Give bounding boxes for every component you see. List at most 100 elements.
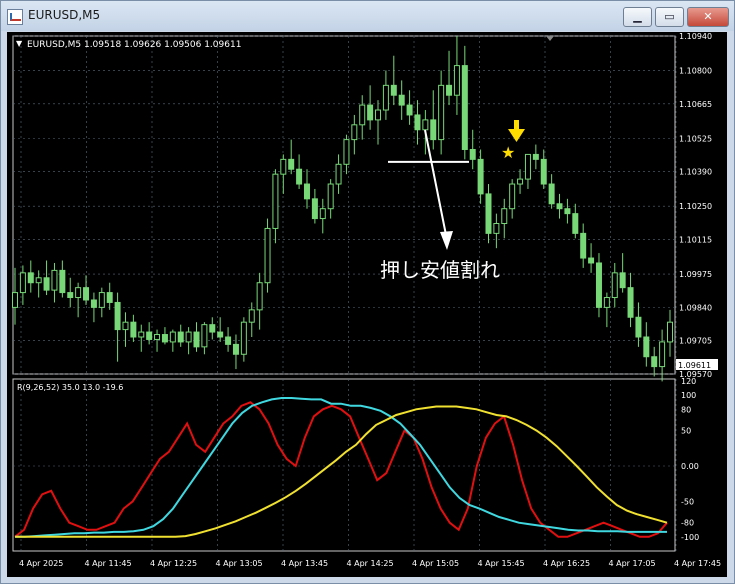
annotation-arrow-head-icon xyxy=(440,231,453,250)
candle-body xyxy=(154,334,161,340)
indicator-axis-label: -50 xyxy=(681,497,694,506)
candle-body xyxy=(461,65,468,150)
time-axis-label: 4 Apr 16:25 xyxy=(543,559,590,568)
candle-body xyxy=(572,213,579,234)
candle-body xyxy=(493,223,500,234)
candle-body xyxy=(201,324,208,348)
candle-body xyxy=(611,272,618,299)
candle-body xyxy=(438,84,445,141)
time-axis-label: 4 Apr 11:45 xyxy=(85,559,132,568)
price-axis-label: 1.10390 xyxy=(679,168,712,177)
candle-body xyxy=(185,331,192,343)
price-axis-label: 1.10115 xyxy=(679,236,712,245)
candle-body xyxy=(382,84,389,111)
candle-body xyxy=(98,292,105,308)
candle-body xyxy=(501,208,508,225)
candle-body xyxy=(43,277,50,291)
chart-header-info: EURUSD,M5 1.09518 1.09626 1.09506 1.0961… xyxy=(27,40,241,50)
current-price-label: 1.09611 xyxy=(678,361,711,370)
price-axis-label: 1.09975 xyxy=(679,270,712,279)
candle-body xyxy=(130,321,137,338)
chart-svg[interactable]: 1.10940 1.10800 1.10665 1.10525 1.10390 1.102… xyxy=(7,32,727,577)
candle-body xyxy=(509,183,516,210)
indicator-label: R(9,26,52) 35.0 13.0 -19.6 xyxy=(17,383,123,392)
candle-body xyxy=(19,272,26,294)
candle-body xyxy=(327,183,334,210)
header-arrow-icon[interactable]: ▼ xyxy=(16,39,23,48)
red-indicator-line xyxy=(14,401,668,538)
time-axis-label: 4 Apr 15:05 xyxy=(412,559,459,568)
candle-body xyxy=(532,153,539,160)
candle-body xyxy=(635,316,642,338)
candle-body xyxy=(524,153,531,180)
cyan-indicator-line xyxy=(15,397,667,538)
window-title: EURUSD,M5 xyxy=(28,8,101,22)
time-axis-label: 4 Apr 13:05 xyxy=(216,559,263,568)
candle-body xyxy=(588,257,595,264)
candle-body xyxy=(556,203,563,210)
price-axis-label: 1.10940 xyxy=(679,32,712,41)
candle-body xyxy=(59,269,66,294)
chart-window-icon xyxy=(7,9,23,25)
candle-body xyxy=(232,343,239,355)
time-axis-label: 4 Apr 15:45 xyxy=(478,559,525,568)
candle-body xyxy=(477,158,484,195)
candle-body xyxy=(398,94,405,106)
candle-body xyxy=(343,139,350,165)
candle-body xyxy=(193,331,200,348)
candle-body xyxy=(248,309,255,323)
star-marker-icon: ★ xyxy=(501,143,515,162)
candle-body xyxy=(667,321,673,343)
close-button[interactable]: ✕ xyxy=(687,7,729,27)
candle-body xyxy=(390,84,397,96)
candle-body xyxy=(603,297,610,308)
candle-body xyxy=(12,292,18,308)
indicator-axis-label: 0.00 xyxy=(681,462,699,471)
title-bar[interactable]: EURUSD,M5 ▁ ▭ ✕ xyxy=(1,1,734,31)
price-axis-label: 1.10250 xyxy=(679,202,712,211)
candle-body xyxy=(564,208,571,215)
candle-body xyxy=(595,262,602,308)
annotation-text: 押し安値割れ xyxy=(380,258,500,282)
price-axis-label: 1.09705 xyxy=(679,337,712,346)
time-axis-label: 4 Apr 17:05 xyxy=(609,559,656,568)
candle-body xyxy=(335,163,342,185)
candle-body xyxy=(83,287,90,301)
candle-body xyxy=(319,208,326,220)
maximize-button[interactable]: ▭ xyxy=(655,7,684,27)
candle-body xyxy=(75,287,82,299)
candle-body xyxy=(272,173,279,229)
candle-body xyxy=(35,277,42,284)
candle-body xyxy=(619,272,626,289)
candle-body xyxy=(351,124,358,141)
candle-body xyxy=(430,119,437,141)
yellow-indicator-line xyxy=(15,405,668,538)
indicator-axis-label: 120 xyxy=(681,377,696,386)
shift-marker-icon[interactable] xyxy=(546,36,554,41)
candle-body xyxy=(406,104,413,116)
candle-body xyxy=(106,292,113,303)
candle-body xyxy=(122,321,129,331)
candle-body xyxy=(367,104,374,121)
candle-body xyxy=(453,65,460,96)
minimize-button[interactable]: ▁ xyxy=(623,7,652,27)
candle-body xyxy=(485,193,492,234)
candle-body xyxy=(51,269,58,291)
candle-body xyxy=(296,168,303,185)
indicator-axis-label: 50 xyxy=(681,427,691,436)
candle-body xyxy=(643,336,650,358)
candle-body xyxy=(256,282,263,311)
candle-body xyxy=(146,331,153,340)
candle-body xyxy=(280,158,287,175)
chart-area[interactable]: 1.10940 1.10800 1.10665 1.10525 1.10390 1.102… xyxy=(7,32,727,577)
candle-body xyxy=(414,114,421,131)
price-axis-label: 1.10525 xyxy=(679,134,712,143)
price-axis-label: 1.10665 xyxy=(679,100,712,109)
candle-body xyxy=(422,119,429,131)
price-axis-label: 1.09840 xyxy=(679,303,712,312)
candle-body xyxy=(517,178,524,185)
candle-body xyxy=(27,272,34,284)
candle-body xyxy=(469,148,476,160)
candle-body xyxy=(225,336,232,345)
annotation-arrow-shaft xyxy=(424,129,448,241)
